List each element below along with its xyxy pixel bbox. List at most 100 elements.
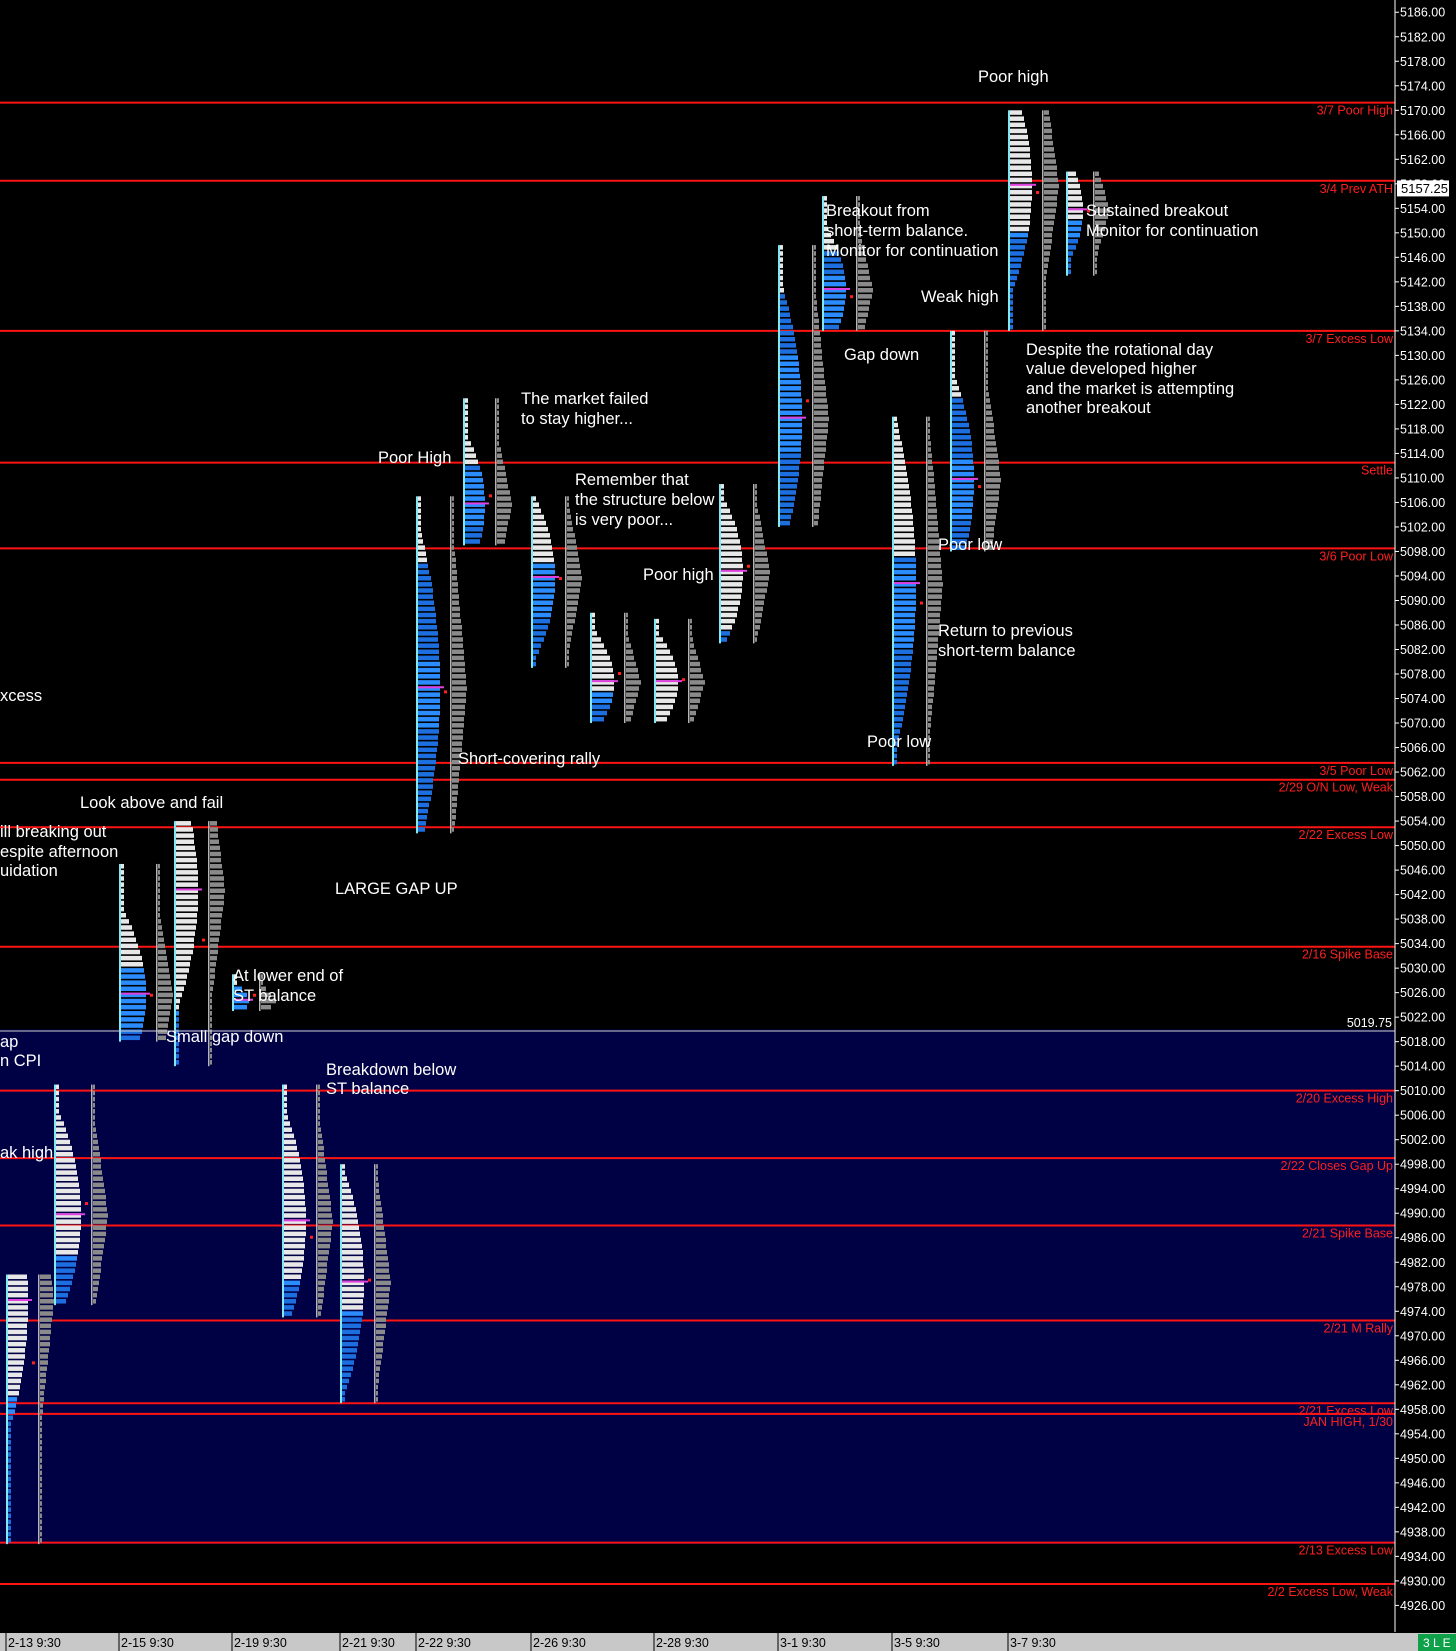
profile-bar <box>780 355 798 360</box>
volume-bar <box>40 1348 49 1353</box>
volume-bar <box>40 1482 42 1488</box>
profile-bar <box>342 1348 357 1353</box>
profile-bar <box>780 361 799 367</box>
profile-bar <box>342 1262 363 1267</box>
volume-bar <box>1044 251 1050 256</box>
corner-badge[interactable]: 3 L E <box>1418 1634 1456 1651</box>
volume-bar <box>986 441 996 446</box>
profile-bar <box>56 1286 70 1292</box>
profile-bar <box>656 624 659 630</box>
volume-bar <box>497 533 506 538</box>
profile-bar <box>592 698 612 704</box>
volume-bar <box>452 735 463 740</box>
profile-bar <box>656 643 667 648</box>
profile-bar <box>418 600 434 606</box>
volume-bar <box>210 900 224 906</box>
volume-bar <box>452 698 466 704</box>
profile-bar <box>824 269 844 275</box>
profile-bar <box>8 1384 20 1390</box>
volume-bar <box>452 674 466 679</box>
volume-bar <box>1095 269 1097 275</box>
profile-bar <box>952 392 961 397</box>
red-marker <box>32 1361 35 1365</box>
volume-bar <box>858 324 865 330</box>
volume-bar <box>986 379 988 385</box>
price-tick-label: 5050.00 <box>1400 839 1445 853</box>
histogram-spine <box>38 1274 40 1545</box>
profile-bar <box>121 876 124 881</box>
profile-bar <box>8 1378 21 1384</box>
volume-bar <box>626 692 638 697</box>
level-label: 2/22 Excess Low <box>1299 828 1394 842</box>
profile-bar <box>284 1102 287 1108</box>
volume-bar <box>928 716 931 722</box>
volume-bar <box>40 1537 42 1543</box>
profile-bar <box>342 1341 358 1347</box>
profile-bar <box>342 1207 356 1212</box>
volume-bar <box>567 539 576 544</box>
profile-bar <box>284 1225 306 1231</box>
profile-bar <box>780 459 800 465</box>
price-tick-label: 4986.00 <box>1400 1231 1445 1245</box>
time-tick-label: 2-13 9:30 <box>8 1636 61 1650</box>
profile-bar <box>121 906 124 912</box>
profile-bar <box>176 839 194 844</box>
profile-bar <box>894 471 907 477</box>
volume-bar <box>755 551 767 556</box>
profile-bar <box>952 404 964 409</box>
price-tick-label: 5170.00 <box>1400 104 1445 118</box>
price-tick-label: 5114.00 <box>1400 447 1444 461</box>
histogram-spine <box>450 496 452 834</box>
profile-bar <box>894 680 909 685</box>
volume-bar <box>93 1200 106 1206</box>
profile-bar <box>592 667 613 673</box>
volume-bar <box>452 692 466 697</box>
profile-bar <box>592 704 610 710</box>
volume-bar <box>318 1145 324 1151</box>
profile-bar <box>176 1017 179 1022</box>
volume-bar <box>986 410 992 416</box>
profile-bar <box>533 661 536 667</box>
profile-bar <box>721 545 741 550</box>
volume-bar <box>928 502 936 507</box>
volume-bar <box>93 1170 102 1175</box>
profile-bar <box>284 1176 303 1181</box>
volume-bar <box>452 723 464 728</box>
profile-bar <box>418 747 437 753</box>
profile-bar <box>342 1384 347 1390</box>
volume-bar <box>376 1207 382 1212</box>
volume-bar <box>158 986 172 992</box>
profile-bar <box>342 1170 345 1175</box>
volume-bar <box>210 937 219 943</box>
market-profile-chart[interactable]: 3/7 Poor High 3/4 Prev ATH 3/7 Excess Low S… <box>0 0 1456 1651</box>
annotation-text: Poor high <box>978 68 1049 86</box>
profile-bar <box>284 1133 294 1139</box>
time-axis[interactable]: 2-13 9:30 2-15 9:30 2-19 9:30 2-21 9:30 2-22… <box>5 1633 1056 1651</box>
volume-bar <box>93 1158 101 1163</box>
profile-bar <box>8 1537 11 1543</box>
profile-bar <box>1010 177 1032 183</box>
annotation-text: value developed higher <box>1026 360 1197 378</box>
range-bar <box>892 416 894 766</box>
profile-bar <box>8 1403 16 1408</box>
volume-bar <box>452 649 464 655</box>
annotation-text: the structure below <box>575 491 714 509</box>
profile-bar <box>824 275 845 281</box>
profile-bar <box>465 422 468 428</box>
price-tick-label: 5118.00 <box>1400 422 1444 436</box>
profile-bar <box>418 674 440 679</box>
volume-bar <box>40 1390 44 1396</box>
volume-bar <box>1095 171 1099 177</box>
profile-bar <box>952 459 973 465</box>
profile-bar <box>342 1305 363 1310</box>
volume-bar <box>626 710 633 716</box>
profile-bar <box>780 306 789 311</box>
volume-bar <box>928 637 938 642</box>
volume-bar <box>497 490 510 495</box>
profile-bar <box>56 1096 59 1102</box>
profile-bar <box>8 1439 11 1445</box>
volume-bar <box>626 674 639 679</box>
volume-bar <box>452 624 462 630</box>
volume-bar <box>928 661 936 667</box>
volume-bar <box>1095 183 1103 189</box>
